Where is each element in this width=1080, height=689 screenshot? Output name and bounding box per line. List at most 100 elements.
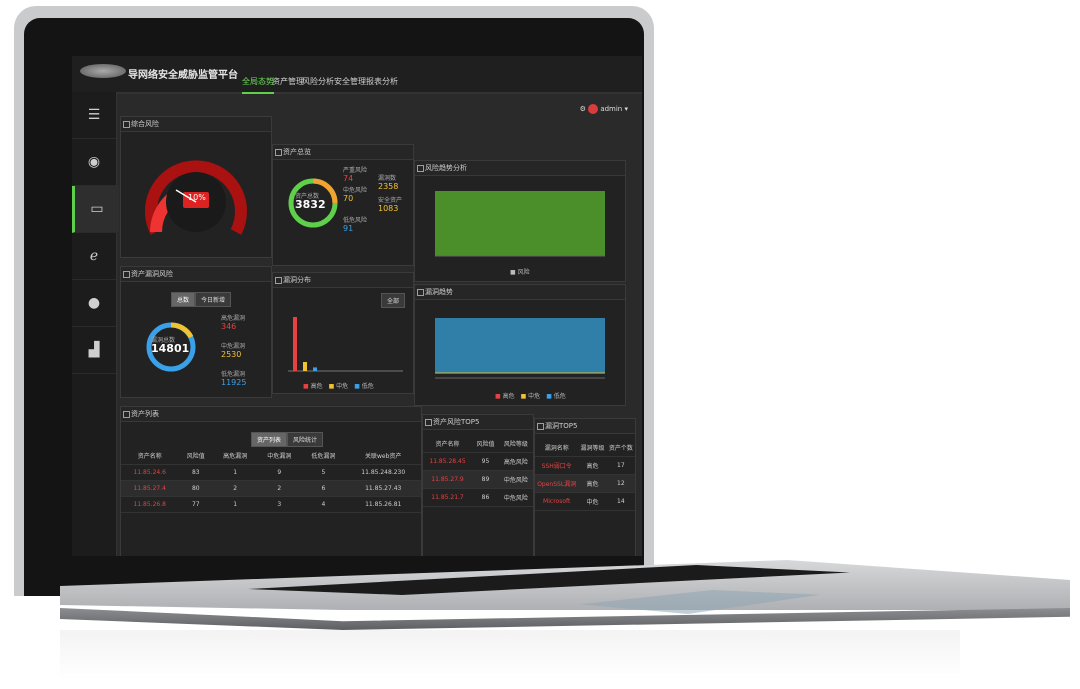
table-row[interactable]: 11.85.28.45 95 高危风险 [423, 452, 533, 471]
table-cell: 高危风险 [498, 452, 533, 471]
column-header[interactable]: 风险值 [178, 447, 214, 465]
sidebar: ☰ ◉ ▭ ℯ ● ▟ [72, 92, 119, 556]
gauge-number: 10 [188, 193, 199, 202]
table-row[interactable]: 11.85.27.4 80 2 2 6 11.85.27.43 [121, 480, 421, 497]
gauge-chart [145, 160, 247, 235]
table-cell: 77 [178, 496, 214, 513]
column-header[interactable]: 漏洞名称 [535, 439, 579, 457]
table-cell: 11.85.248.230 [345, 464, 421, 481]
column-header[interactable]: 资产名称 [121, 447, 179, 465]
table-row[interactable]: Microsoft 中危 14 [535, 492, 635, 511]
toggle-list[interactable]: 资产列表 [251, 432, 288, 447]
panel-title: 资产列表 [121, 407, 421, 422]
table-cell: 11.85.27.4 [121, 480, 179, 497]
panel-title: 资产风险TOP5 [423, 415, 533, 430]
legend-item: ■ 高危 [303, 383, 323, 390]
top-bar: 导网络安全威胁监管平台 全局态势 资产管理 风险分析 安全管理 报表分析 [72, 56, 642, 94]
table-cell: 中危风险 [498, 470, 533, 489]
column-header[interactable]: 风险等级 [498, 435, 533, 453]
tab-4[interactable]: 报表分析 [366, 76, 398, 92]
table-cell: 11.85.26.8 [121, 496, 179, 513]
legend: ■ 高危 ■ 中危 ■ 低危 [303, 381, 380, 390]
risk-trend-panel: 风险趋势分析 ■ 风险 [414, 160, 626, 282]
logo [80, 64, 126, 78]
avatar [588, 104, 599, 114]
table-row[interactable]: 11.85.26.8 77 1 3 4 11.85.26.81 [121, 496, 421, 513]
menu-icon[interactable]: ☰ [72, 92, 116, 139]
column-header[interactable]: 低危漏洞 [301, 447, 346, 465]
table-cell: 3 [257, 496, 302, 513]
column-header[interactable]: 关联web资产 [345, 447, 421, 465]
legend-item: ■ 低危 [354, 383, 374, 390]
toggle-total[interactable]: 总数 [171, 292, 196, 307]
table-cell: 11.85.27.43 [345, 480, 421, 497]
table-cell: 9 [257, 464, 302, 481]
table-cell: 4 [301, 496, 346, 513]
browser-icon[interactable]: ℯ [72, 233, 116, 280]
table-cell: OpenSSL漏洞 [535, 474, 579, 493]
table-cell: 86 [472, 488, 499, 507]
table-cell: 80 [178, 480, 214, 497]
column-header[interactable]: 资产个数 [606, 439, 635, 457]
vulns-total: 漏洞总数 14801 [151, 337, 189, 354]
panel-title: 漏洞分布 [273, 273, 413, 288]
stat-value: 74 [343, 174, 354, 183]
base-edge [60, 608, 1070, 630]
stat-item: 低危风险 91 [343, 217, 367, 233]
stat-item: 中危风险 70 [343, 187, 367, 203]
laptop-lid: 导网络安全威胁监管平台 全局态势 资产管理 风险分析 安全管理 报表分析 ☰ ◉ ▭ ℯ… [14, 6, 654, 596]
tab-1[interactable]: 资产管理 [272, 76, 304, 92]
table-row[interactable]: SSH弱口令 高危 17 [535, 456, 635, 475]
toggle-today[interactable]: 今日新增 [195, 292, 232, 307]
stat-value: 1083 [378, 204, 399, 213]
table-cell: 11.85.21.7 [423, 488, 473, 507]
table-cell: 14 [606, 492, 635, 511]
table-cell: 高危 [578, 456, 607, 475]
column-header[interactable]: 高危漏洞 [213, 447, 258, 465]
gauge-value: 10% [188, 193, 206, 202]
user-menu[interactable]: ⚙ admin ▾ [580, 104, 628, 114]
vuln-trend-panel: 漏洞趋势 ■ 高危 ■ 中危 ■ 低危 [414, 284, 626, 406]
monitor-icon[interactable]: ▭ [72, 186, 119, 233]
table-cell: 2 [213, 480, 258, 497]
legend-item: ■ 中危 [328, 383, 349, 390]
table-row[interactable]: 11.85.24.6 83 1 9 5 11.85.248.230 [121, 464, 421, 481]
column-header[interactable]: 漏洞等级 [578, 439, 607, 457]
column-header[interactable]: 中危漏洞 [257, 447, 302, 465]
tab-3[interactable]: 安全管理 [334, 76, 366, 92]
toggle-stats[interactable]: 风险统计 [287, 432, 324, 447]
top5-table: 资产名称 风险值 风险等级 11.85.28.45 95 高危风险 11.85.27.9 8… [423, 435, 533, 507]
stat-item: 安全资产 1083 [378, 197, 402, 213]
stat-item: 高危漏洞 346 [221, 315, 245, 331]
table-row[interactable]: 11.85.21.7 86 中危风险 [423, 488, 533, 507]
table-cell: SSH弱口令 [535, 456, 579, 475]
stat-item: 低危漏洞 11925 [221, 371, 246, 387]
gauge-unit: % [198, 193, 206, 202]
vuln-top-panel: 漏洞TOP5 漏洞名称 漏洞等级 资产个数 SSH弱口令 高危 17 OpenSSL漏洞高… [534, 418, 636, 556]
stat-value: 11925 [221, 378, 247, 387]
assets-panel: 资产总览 资产总数 3832 严重风险 74 中危风险 70 低危风险 91 漏洞数 2358… [272, 144, 414, 266]
settings-icon[interactable]: ⚙ [580, 105, 586, 113]
globe-icon[interactable]: ● [72, 280, 116, 327]
table-cell: 89 [472, 470, 499, 489]
column-header[interactable]: 资产名称 [423, 435, 473, 453]
panel-title: 漏洞TOP5 [535, 419, 635, 434]
dashboard-icon[interactable]: ◉ [72, 139, 116, 186]
legend: ■ 风险 [510, 269, 530, 276]
tab-2[interactable]: 风险分析 [302, 76, 334, 92]
column-header[interactable]: 风险值 [472, 435, 499, 453]
chart-icon[interactable]: ▟ [72, 327, 116, 374]
reflection [60, 630, 960, 680]
legend-item: ■ 高危 [495, 393, 515, 400]
tab-0[interactable]: 全局态势 [242, 76, 274, 94]
table-cell: 12 [606, 474, 635, 493]
table-cell: 高危 [578, 474, 607, 493]
bar [313, 367, 317, 371]
dashboard-screen: 导网络安全威胁监管平台 全局态势 资产管理 风险分析 安全管理 报表分析 ☰ ◉ ▭ ℯ… [72, 56, 642, 556]
bar [303, 362, 307, 371]
panel-title: 风险趋势分析 [415, 161, 625, 176]
table-cell: 11.85.24.6 [121, 464, 179, 481]
table-row[interactable]: OpenSSL漏洞 高危 12 [535, 474, 635, 493]
table-row[interactable]: 11.85.27.9 89 中危风险 [423, 470, 533, 489]
dist-panel: 漏洞分布 全部 ■ 高危 ■ 中危 ■ 低危 [272, 272, 414, 394]
